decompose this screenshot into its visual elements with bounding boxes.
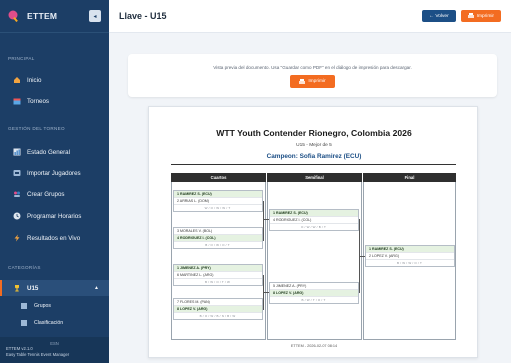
match-score: W/O/W/W/T: [204, 206, 232, 210]
sidebar-item-label: Importar Jugadores: [27, 169, 81, 177]
player-slot: 4 RODRIGUEZ I. (COL): [174, 235, 262, 242]
sidebar-subitem-clasificacion[interactable]: Clasificación: [0, 315, 109, 331]
sidebar: ETTEM ◂ PRINCIPAL Inicio Torneos GESTIÓN…: [0, 0, 109, 363]
sidebar-item-crear-grupos[interactable]: Crear Grupos: [0, 186, 109, 202]
bracket-connector: [263, 219, 269, 220]
player-slot: 2 LOPEZ V. (ARG): [366, 253, 454, 260]
print-info-text: Vista previa del documento. Usa "Guardar…: [213, 65, 412, 70]
page-title: Llave - U15: [119, 11, 167, 21]
section-title-categorias: CATEGORÍAS: [8, 265, 41, 270]
ping-pong-logo-icon: [8, 10, 18, 22]
player-slot: 3 MORALES V. (BOL): [174, 228, 262, 235]
bracket-connector: [263, 201, 264, 241]
back-button[interactable]: ← Volver: [422, 10, 456, 22]
clock-icon: [13, 212, 21, 220]
chevron-up-icon[interactable]: ▲: [94, 285, 99, 291]
round-header-final: Final: [363, 173, 456, 182]
sidebar-item-label: U15: [27, 284, 39, 292]
calendar-icon: [13, 97, 21, 105]
print-label: Imprimir: [476, 13, 494, 19]
version-footer: ESN ETTEM v2.1.0 Easy Table Tennis Event…: [0, 337, 109, 363]
sidebar-subitem-label: Grupos: [34, 303, 52, 309]
player-slot: 1 JIMENEZ A. (PRY): [174, 265, 262, 272]
match-score: O/W/W/B/T: [301, 225, 327, 229]
match-cuartos-4: 7 FLORES M. (PAN) 8 LOPEZ V. (ARG) B/O/W…: [173, 298, 263, 320]
player-slot: 5 JIMENEZ A. (PRY): [270, 283, 358, 290]
trophy-icon: [13, 284, 21, 292]
section-title-principal: PRINCIPAL: [8, 56, 35, 61]
player-slot: 8 LOPEZ V. (ARG): [174, 306, 262, 313]
document-subtitle: U15 - Mejor de 5: [296, 143, 332, 148]
round-column-semifinal: [267, 182, 362, 340]
player-slot: 1 RAMIREZ S. (ECU): [270, 210, 358, 217]
sidebar-subitem-label: Clasificación: [34, 320, 64, 326]
match-score: B/O/W/B/N/B/W: [199, 314, 237, 318]
sidebar-item-programar-horarios[interactable]: Programar Horarios: [0, 208, 109, 224]
player-slot: 6 MARTINEZ L. (ARG): [174, 272, 262, 279]
sidebar-subitem-grupos[interactable]: Grupos: [0, 298, 109, 314]
grid-icon: [20, 302, 28, 310]
sidebar-item-label: Crear Grupos: [27, 190, 65, 198]
print-button-top[interactable]: Imprimir: [460, 10, 501, 22]
sidebar-item-importar-jugadores[interactable]: Importar Jugadores: [0, 165, 109, 181]
sidebar-item-u15[interactable]: U15 ▲: [0, 280, 109, 296]
match-semifinal-1: 1 RAMIREZ S. (ECU) 4 RODRIGUEZ I. (COL) …: [269, 209, 359, 231]
match-score: B/O/W/O/T: [205, 243, 231, 247]
player-slot: 4 RODRIGUEZ I. (COL): [270, 217, 358, 224]
match-cuartos-2: 3 MORALES V. (BOL) 4 RODRIGUEZ I. (COL) …: [173, 227, 263, 249]
printer-icon: [467, 13, 474, 18]
player-slot: 1 RAMIREZ S. (ECU): [366, 246, 454, 253]
print-info-card: Vista previa del documento. Usa "Guardar…: [128, 54, 497, 97]
round-header-cuartos: Cuartos: [171, 173, 266, 182]
title-divider: [171, 164, 456, 165]
sidebar-item-torneos[interactable]: Torneos: [0, 93, 109, 109]
list-icon: [20, 319, 28, 327]
sidebar-item-label: Programar Horarios: [27, 212, 82, 220]
match-score: B/W/T/O/T: [301, 298, 327, 302]
champion-label: Campeon: Sofia Ramirez (ECU): [266, 153, 362, 160]
sidebar-item-label: Resultados en Vivo: [27, 234, 81, 242]
section-title-gestion: GESTIÓN DEL TORNEO: [8, 126, 65, 131]
player-slot: 1 RAMIREZ S. (ECU): [174, 191, 262, 198]
bolt-icon: [13, 234, 21, 242]
round-header-semifinal: Semifinal: [267, 173, 362, 182]
sidebar-item-label: Estado General: [27, 148, 70, 156]
bracket-connector: [359, 256, 365, 257]
sidebar-item-resultados-en-vivo[interactable]: Resultados en Vivo: [0, 230, 109, 246]
match-score: B/W/O/T/W: [205, 280, 231, 284]
top-bar: Llave - U15 ← Volver Imprimir: [109, 0, 511, 33]
bracket-connector: [263, 292, 269, 293]
sidebar-item-inicio[interactable]: Inicio: [0, 72, 109, 88]
match-semifinal-2: 5 JIMENEZ A. (PRY) 8 LOPEZ V. (ARG) B/W/…: [269, 282, 359, 304]
import-icon: [13, 169, 21, 177]
collapse-sidebar-button[interactable]: ◂: [89, 10, 101, 22]
users-icon: [13, 190, 21, 198]
brand[interactable]: ETTEM ◂: [0, 0, 109, 33]
match-score: B/W/W/O/T: [397, 261, 423, 265]
chart-icon: [13, 148, 21, 156]
print-button[interactable]: Imprimir: [290, 75, 335, 88]
match-cuartos-3: 1 JIMENEZ A. (PRY) 6 MARTINEZ L. (ARG) B…: [173, 264, 263, 286]
print-label: Imprimir: [308, 79, 326, 84]
match-final: 1 RAMIREZ S. (ECU) 2 LOPEZ V. (ARG) B/W/…: [365, 245, 455, 267]
tagline-label: Easy Table Tennis Event Manager: [6, 352, 70, 357]
home-icon: [13, 76, 21, 84]
document-footer: ETTEM - 2026-02-07 08:14: [290, 344, 338, 348]
app-name: ETTEM: [27, 11, 58, 21]
document-preview: WTT Youth Contender Rionegro, Colombia 2…: [148, 106, 478, 358]
player-slot: 2 ARRIAS L. (DOM): [174, 198, 262, 205]
sidebar-item-label: Torneos: [27, 97, 50, 105]
player-slot: 8 LOPEZ V. (ARG): [270, 290, 358, 297]
sidebar-item-label: Inicio: [27, 76, 42, 84]
printer-icon: [299, 78, 306, 84]
match-cuartos-1: 1 RAMIREZ S. (ECU) 2 ARRIAS L. (DOM) W/O…: [173, 190, 263, 212]
document-title: WTT Youth Contender Rionegro, Colombia 2…: [216, 128, 412, 138]
sidebar-item-estado-general[interactable]: Estado General: [0, 144, 109, 160]
player-slot: 7 FLORES M. (PAN): [174, 299, 262, 306]
